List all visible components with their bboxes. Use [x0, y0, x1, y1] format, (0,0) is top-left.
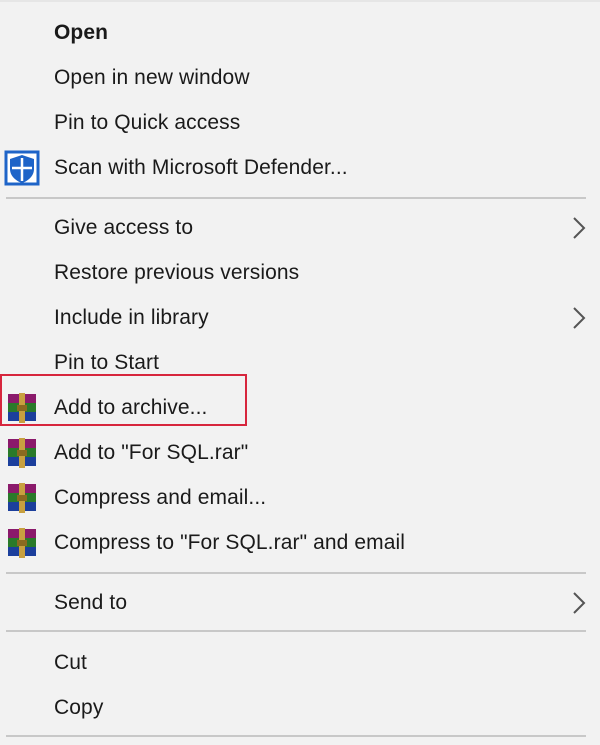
menu-item-restore-previous-versions[interactable]: Restore previous versions — [0, 250, 600, 295]
menu-item-label: Add to "For SQL.rar" — [54, 440, 249, 464]
winrar-icon — [8, 482, 36, 513]
chevron-right-icon — [573, 216, 586, 239]
defender-shield-icon — [4, 150, 40, 185]
winrar-icon — [8, 527, 36, 558]
menu-item-send-to[interactable]: Send to — [0, 580, 600, 625]
menu-item-compress-to-rar-and-email[interactable]: Compress to "For SQL.rar" and email — [0, 520, 600, 565]
menu-item-give-access-to[interactable]: Give access to — [0, 205, 600, 250]
menu-item-label: Compress to "For SQL.rar" and email — [54, 530, 406, 554]
menu-item-label: Compress and email... — [54, 485, 267, 509]
menu-separator — [6, 572, 586, 574]
menu-item-include-in-library[interactable]: Include in library — [0, 295, 600, 340]
menu-item-label: Copy — [54, 695, 104, 719]
menu-item-label: Open — [54, 20, 109, 44]
menu-item-add-to-archive[interactable]: Add to archive... — [0, 385, 600, 430]
menu-item-pin-to-start[interactable]: Pin to Start — [0, 340, 600, 385]
menu-item-scan-with-defender[interactable]: Scan with Microsoft Defender... — [0, 145, 600, 190]
menu-separator — [6, 735, 586, 737]
chevron-right-icon — [573, 591, 586, 614]
menu-item-cut[interactable]: Cut — [0, 640, 600, 685]
menu-item-compress-and-email[interactable]: Compress and email... — [0, 475, 600, 520]
context-menu: Open Open in new window Pin to Quick acc… — [0, 0, 600, 745]
chevron-right-icon — [573, 306, 586, 329]
menu-item-pin-to-quick-access[interactable]: Pin to Quick access — [0, 100, 600, 145]
winrar-icon — [8, 392, 36, 423]
menu-item-label: Restore previous versions — [54, 260, 300, 284]
winrar-icon — [8, 437, 36, 468]
menu-item-label: Cut — [54, 650, 87, 674]
menu-separator — [6, 630, 586, 632]
menu-item-label: Add to archive... — [54, 395, 208, 419]
menu-item-label: Pin to Quick access — [54, 110, 241, 134]
menu-item-label: Give access to — [54, 215, 194, 239]
menu-item-label: Include in library — [54, 305, 209, 329]
menu-separator — [6, 197, 586, 199]
menu-item-label: Send to — [54, 590, 128, 614]
menu-item-add-to-rar[interactable]: Add to "For SQL.rar" — [0, 430, 600, 475]
menu-item-label: Open in new window — [54, 65, 250, 89]
menu-item-open-in-new-window[interactable]: Open in new window — [0, 55, 600, 100]
menu-item-label: Pin to Start — [54, 350, 160, 374]
menu-item-copy[interactable]: Copy — [0, 685, 600, 730]
menu-item-label: Scan with Microsoft Defender... — [54, 155, 348, 179]
menu-item-open[interactable]: Open — [0, 10, 600, 55]
